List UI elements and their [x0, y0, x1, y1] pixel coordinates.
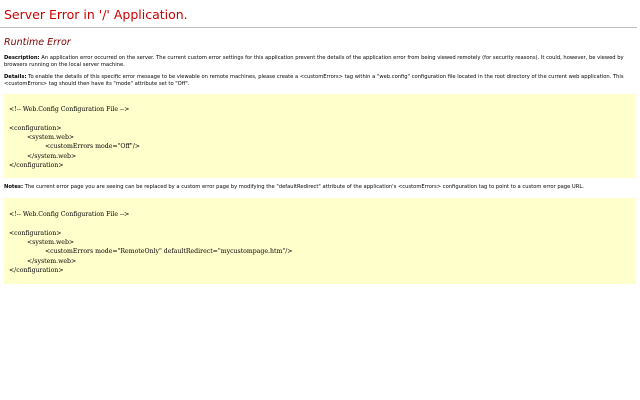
code-configuration-close: </configuration> [9, 162, 64, 169]
code-system-web-close: </system.web> [27, 153, 77, 160]
code-comment-line: <!-- Web.Config Configuration File --> [9, 106, 130, 113]
config-code-block-redirect: <!-- Web.Config Configuration File --> <… [4, 198, 636, 284]
description-paragraph: Description: An application error occurr… [4, 55, 634, 69]
config-code-block-off: <!-- Web.Config Configuration File --> <… [4, 94, 636, 178]
code-system-web-open: <system.web> [27, 134, 75, 141]
code-configuration-open: <configuration> [9, 230, 62, 237]
error-type-heading: Runtime Error [4, 37, 71, 48]
code-comment-line: <!-- Web.Config Configuration File --> [9, 211, 130, 218]
details-label: Details: [4, 74, 27, 80]
details-text: To enable the details of this specific e… [4, 74, 624, 88]
code-system-web-open: <system.web> [27, 239, 75, 246]
page-title: Server Error in '/' Application. [4, 7, 188, 22]
notes-text: The current error page you are seeing ca… [23, 184, 584, 190]
code-custom-errors-line: <customErrors mode="RemoteOnly" defaultR… [45, 248, 293, 255]
notes-label: Notes: [4, 184, 24, 190]
details-paragraph: Details: To enable the details of this s… [4, 74, 634, 88]
code-custom-errors-line: <customErrors mode="Off"/> [45, 143, 140, 150]
description-label: Description: [4, 55, 40, 61]
description-text: An application error occurred on the ser… [4, 55, 624, 69]
code-configuration-close: </configuration> [9, 267, 64, 274]
title-divider [0, 27, 637, 28]
code-configuration-open: <configuration> [9, 125, 62, 132]
notes-paragraph: Notes: The current error page you are se… [4, 184, 634, 191]
code-system-web-close: </system.web> [27, 258, 77, 265]
